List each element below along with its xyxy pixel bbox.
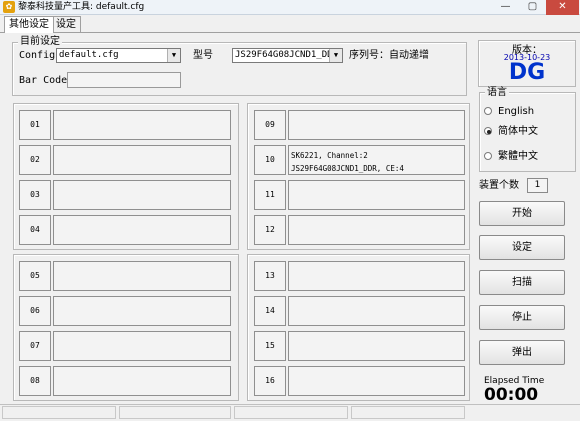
radio-label: 简体中文 (498, 126, 538, 137)
language-group-label: 语言 (485, 87, 509, 98)
port-number: 11 (254, 180, 286, 210)
elapsed-time-value: 00:00 (484, 385, 539, 405)
tab-settings[interactable]: 设定 (51, 16, 81, 32)
settings-button[interactable]: 设定 (479, 235, 565, 260)
config-value: default.cfg (59, 50, 119, 60)
port-status (288, 215, 465, 245)
tab-divider (0, 32, 580, 33)
port-number: 08 (19, 366, 51, 396)
port-number: 09 (254, 110, 286, 140)
tab-other-settings[interactable]: 其他设定 (4, 16, 54, 33)
window-title: 黎泰科技量产工具: default.cfg (18, 2, 145, 12)
port-number: 13 (254, 261, 286, 291)
app-icon: ✿ (3, 1, 15, 13)
port-status (288, 331, 465, 361)
chevron-down-icon: ▼ (329, 49, 342, 62)
device-count-field[interactable]: 1 (527, 178, 548, 193)
radio-traditional-chinese[interactable]: 繁體中文 (484, 150, 572, 164)
port-number: 12 (254, 215, 286, 245)
port-number: 06 (19, 296, 51, 326)
port-status-line: JS29F64G08JCND1_DDR, CE:4 (291, 164, 404, 173)
port-number: 15 (254, 331, 286, 361)
port-number: 04 (19, 215, 51, 245)
port-status (288, 261, 465, 291)
version-code: DG (508, 60, 546, 85)
port-status (288, 366, 465, 396)
model-label: 型号 (193, 50, 213, 61)
scan-button[interactable]: 扫描 (479, 270, 565, 295)
port-number: 10 (254, 145, 286, 175)
close-button[interactable]: ✕ (546, 0, 579, 15)
chevron-down-icon: ▼ (167, 49, 180, 62)
port-number: 01 (19, 110, 51, 140)
minimize-button[interactable]: — (492, 0, 519, 15)
serial-label: 序列号： (349, 50, 389, 61)
barcode-input[interactable] (67, 72, 181, 88)
port-status (53, 180, 231, 210)
port-status (53, 331, 231, 361)
port-number: 03 (19, 180, 51, 210)
stop-button[interactable]: 停止 (479, 305, 565, 330)
barcode-label: Bar Code (19, 75, 68, 86)
radio-label: English (498, 106, 535, 117)
current-settings-label: 目前设定 (18, 36, 62, 47)
port-status-line: SK6221, Channel:2 (291, 151, 368, 160)
port-status (288, 180, 465, 210)
config-select[interactable]: default.cfg ▼ (56, 48, 181, 63)
port-status (288, 296, 465, 326)
port-number: 07 (19, 331, 51, 361)
port-status (53, 366, 231, 396)
port-status (53, 145, 231, 175)
port-number: 16 (254, 366, 286, 396)
radio-button-icon (484, 107, 492, 115)
model-select[interactable]: JS29F64G08JCND1_DDR ▼ (232, 48, 343, 63)
start-button[interactable]: 开始 (479, 201, 565, 226)
model-value: JS29F64G08JCND1_DDR (235, 50, 338, 60)
status-cell (119, 406, 231, 419)
port-status (53, 296, 231, 326)
port-status: SK6221, Channel:2 JS29F64G08JCND1_DDR, CE… (288, 145, 465, 175)
radio-label: 繁體中文 (498, 151, 538, 162)
device-count-label: 装置个数 (479, 180, 519, 191)
radio-simplified-chinese[interactable]: 简体中文 (484, 125, 572, 139)
status-cell (351, 406, 465, 419)
port-status (288, 110, 465, 140)
port-status (53, 110, 231, 140)
port-number: 14 (254, 296, 286, 326)
radio-english[interactable]: English (484, 105, 572, 119)
eject-button[interactable]: 弹出 (479, 340, 565, 365)
maximize-button[interactable]: ▢ (519, 0, 546, 15)
status-cell (2, 406, 116, 419)
port-status (53, 261, 231, 291)
config-label: Config (19, 50, 56, 61)
port-number: 02 (19, 145, 51, 175)
status-cell (234, 406, 348, 419)
radio-button-icon (484, 127, 492, 135)
radio-button-icon (484, 152, 492, 160)
port-status (53, 215, 231, 245)
port-number: 05 (19, 261, 51, 291)
serial-value: 自动递增 (389, 50, 429, 61)
